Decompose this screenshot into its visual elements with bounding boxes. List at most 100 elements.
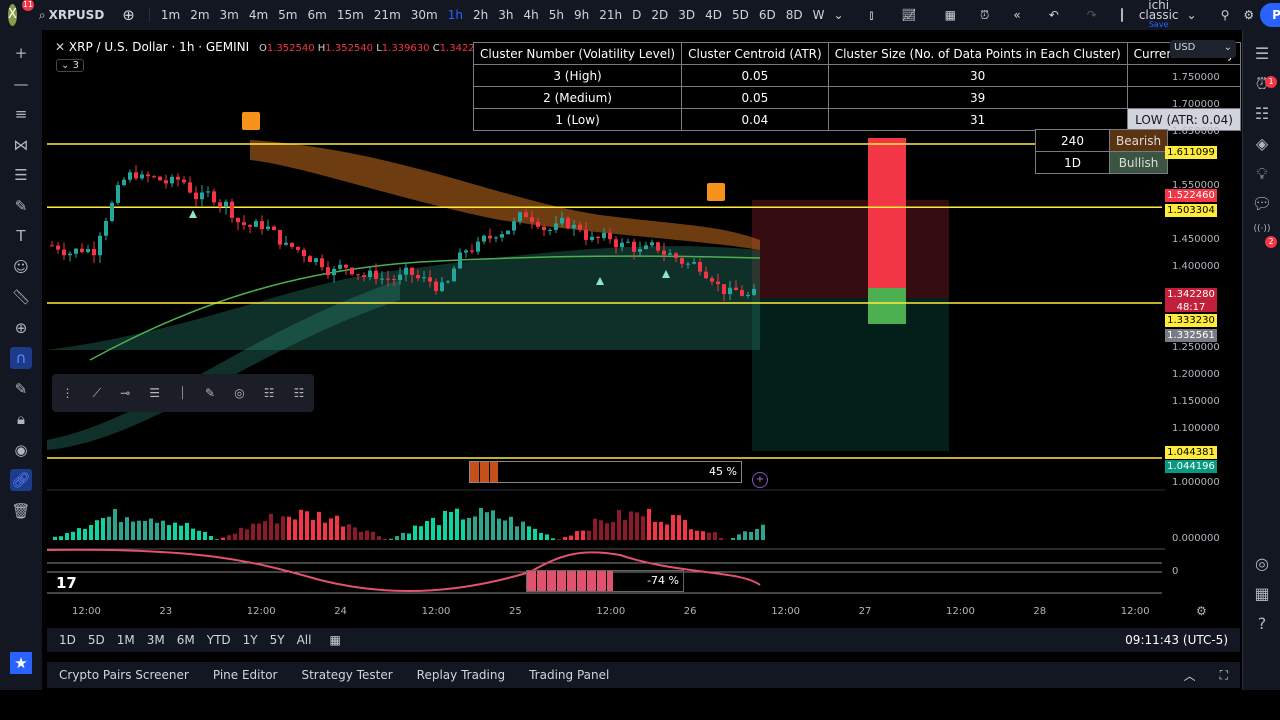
range-1Y[interactable]: 1Y [237, 633, 264, 647]
oscillator-progress-label: -74 % [647, 574, 679, 587]
histogram-bar [131, 521, 135, 540]
price-tick: 1.250000 [1172, 342, 1220, 353]
close-symbol-icon[interactable]: ✕ [55, 40, 65, 54]
panel-tab[interactable]: Trading Panel [517, 668, 621, 682]
candle-body [488, 235, 492, 239]
range-6M[interactable]: 6M [171, 633, 201, 647]
candle-body [392, 279, 396, 281]
trend-line-icon[interactable]: ⟋ [93, 386, 101, 401]
price-label-value: 1.333230 [1167, 315, 1215, 326]
range-5Y[interactable]: 5Y [264, 633, 291, 647]
floating-drawing-toolbar[interactable]: ⋮ ⟋ ⊸ ☰ ⏐ ✎ ◎ ☷ ☷ [52, 374, 314, 412]
clock[interactable]: 09:11:43 (UTC-5) [1113, 633, 1240, 647]
axis-settings-icon[interactable]: ⚙︎ [1196, 604, 1207, 618]
histogram-bar [431, 517, 435, 540]
histogram-bar [281, 516, 285, 540]
drag-handle-icon[interactable]: ⋮ [62, 386, 74, 400]
candle-body [374, 270, 378, 279]
candle-body [128, 172, 132, 180]
candle-body [368, 270, 372, 277]
candle-body [200, 192, 204, 200]
date-range-toolbar: 1D 5D 1M 3M 6M YTD 1Y 5Y All ▦ 09:11:43 (UTC-5) [47, 628, 1240, 652]
candle-body [338, 264, 342, 269]
close-label: C [432, 43, 440, 54]
table-row: 3 (High) 0.05 30 [472, 64, 1242, 87]
settings-lines-icon[interactable]: ☷ [264, 386, 275, 400]
range-1D[interactable]: 1D [47, 633, 82, 647]
parallel-channel-icon[interactable]: ☰ [149, 386, 160, 400]
candle-body [602, 232, 606, 239]
candle-body [416, 274, 420, 279]
candle-body [182, 179, 186, 183]
tradingview-logo[interactable]: 17 [56, 574, 77, 592]
vertical-line-icon[interactable]: ⏐ [179, 386, 186, 401]
date-range-calendar-icon[interactable]: ▦ [317, 633, 352, 647]
candle-body [464, 250, 468, 253]
table-row: 2 (Medium) 0.05 39 [472, 86, 1242, 109]
candle-body [224, 201, 228, 207]
time-tick: 12:00 [946, 606, 975, 617]
histogram-bar [353, 527, 357, 540]
table-cell: 2 (Medium) [472, 86, 683, 109]
histogram-bar [143, 520, 147, 540]
histogram-bar [95, 520, 99, 540]
candle-body [62, 249, 66, 256]
candle-body [110, 202, 114, 221]
collapse-panel-icon[interactable]: ︿ [1172, 667, 1208, 684]
add-indicator-icon[interactable]: + [752, 472, 768, 488]
histogram-bar [593, 518, 597, 540]
currency-label: USD [1174, 42, 1196, 53]
table-row: 1 (Low) 0.04 31 LOW (ATR: 0.04) [472, 108, 1242, 131]
trend-row: 240 Bearish [1035, 129, 1169, 152]
histogram-bar [311, 519, 315, 540]
candle-body [476, 241, 480, 252]
range-3M[interactable]: 3M [141, 633, 171, 647]
low-value: 1.339630 [381, 43, 430, 54]
maximize-panel-icon[interactable]: ⛶ [1208, 668, 1240, 683]
histogram-bar [569, 535, 573, 540]
oscillator2-axis-label: 0 [1172, 566, 1179, 577]
price-label-value: 1.342280 [1167, 289, 1215, 300]
pen-icon[interactable]: ✎ [205, 386, 215, 400]
range-5D[interactable]: 5D [82, 633, 111, 647]
candle-body [302, 249, 306, 257]
open-label: O [258, 43, 267, 54]
target-icon[interactable]: ◎ [234, 386, 244, 400]
price-label-value: 1.522460 [1167, 190, 1215, 201]
panel-tab[interactable]: Crypto Pairs Screener [47, 668, 201, 682]
table-cell: 0.05 [681, 64, 829, 87]
range-1M[interactable]: 1M [111, 633, 141, 647]
currency-select[interactable]: USD ⌄ [1170, 40, 1236, 58]
histogram-bar [455, 508, 459, 540]
oscillator-axis-label: 0.000000 [1172, 533, 1220, 544]
candle-body [380, 278, 384, 280]
candle-body [440, 282, 444, 291]
histogram-bar [149, 518, 153, 540]
panel-tab[interactable]: Replay Trading [405, 668, 517, 682]
price-tick: 1.750000 [1172, 72, 1220, 83]
histogram-bar [437, 525, 441, 540]
price-label-value: 1.044381 [1167, 447, 1215, 458]
indicators-collapse-button[interactable]: ⌄ 3 [56, 59, 84, 72]
cloud-band [47, 280, 400, 450]
table-cell: 31 [827, 108, 1128, 131]
horizontal-ray-icon[interactable]: ⊸ [120, 386, 130, 400]
candle-body [542, 226, 546, 231]
price-label: 1.611099 [1165, 146, 1217, 159]
histogram-bar [365, 530, 369, 540]
histogram-bar [377, 536, 381, 540]
panel-tab[interactable]: Strategy Tester [289, 668, 404, 682]
more-lines-icon[interactable]: ☷ [294, 386, 305, 400]
candle-body [428, 277, 432, 282]
histogram-bar [299, 509, 303, 540]
time-tick: 23 [159, 606, 173, 617]
range-All[interactable]: All [291, 633, 318, 647]
candle-body [692, 262, 696, 264]
panel-tab[interactable]: Pine Editor [201, 668, 290, 682]
range-YTD[interactable]: YTD [201, 633, 237, 647]
candle-body [386, 278, 390, 280]
price-label: 1.503304 [1165, 204, 1217, 217]
time-tick: 25 [509, 606, 522, 617]
histogram-bar [695, 530, 699, 540]
candle-body [626, 241, 630, 243]
